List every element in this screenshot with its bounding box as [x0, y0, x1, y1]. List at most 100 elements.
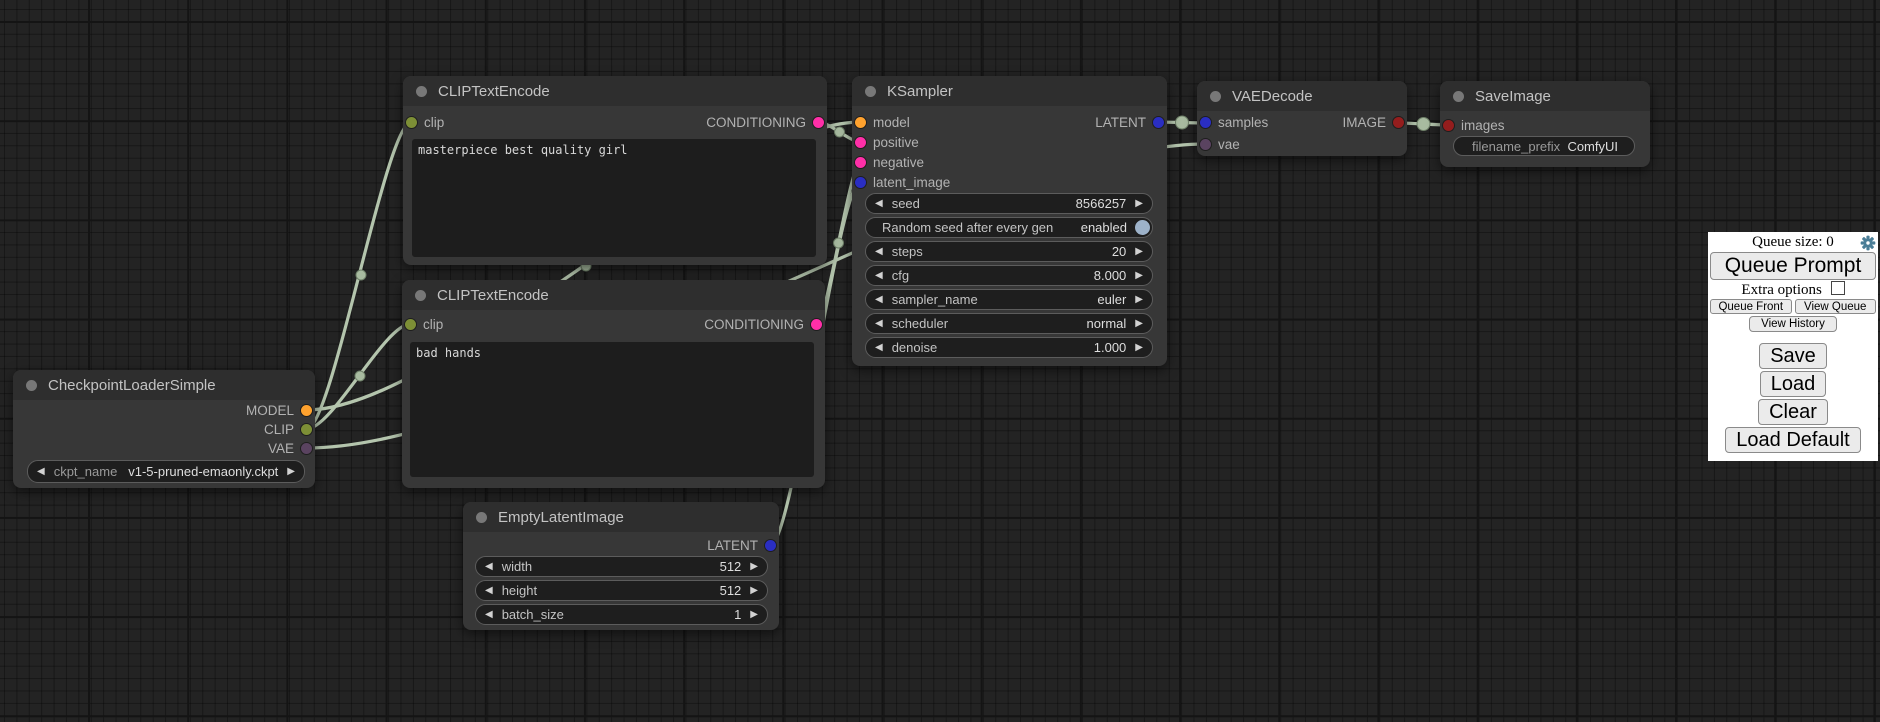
input-slot-samples[interactable]: samples	[1200, 113, 1268, 131]
increment-arrow-icon[interactable]: ▶	[750, 586, 767, 596]
widget-cfg[interactable]: ◀ cfg 8.000 ▶	[865, 265, 1153, 286]
node-empty-latent-image[interactable]: EmptyLatentImage LATENT ◀ width 512 ▶ ◀ …	[463, 502, 779, 630]
output-slot-conditioning[interactable]: CONDITIONING	[704, 315, 822, 333]
latent-slot-dot-icon[interactable]	[1200, 117, 1211, 128]
decrement-arrow-icon[interactable]: ◀	[476, 562, 493, 572]
output-slot-conditioning[interactable]: CONDITIONING	[706, 113, 824, 131]
comfyui-canvas[interactable]: CheckpointLoaderSimple MODEL CLIP VAE ◀ …	[0, 0, 1880, 722]
node-title-bar[interactable]: CLIPTextEncode	[403, 76, 827, 106]
save-button[interactable]: Save	[1759, 343, 1827, 369]
image-slot-dot-icon[interactable]	[1393, 117, 1404, 128]
node-title-bar[interactable]: VAEDecode	[1197, 81, 1407, 111]
model-slot-dot-icon[interactable]	[855, 117, 866, 128]
widget-random-seed-toggle[interactable]: Random seed after every gen enabled	[865, 217, 1153, 238]
increment-arrow-icon[interactable]: ▶	[287, 467, 304, 477]
widget-scheduler[interactable]: ◀ scheduler normal ▶	[865, 313, 1153, 334]
increment-arrow-icon[interactable]: ▶	[1135, 295, 1152, 305]
input-slot-positive[interactable]: positive	[855, 133, 919, 151]
node-title-bar[interactable]: KSampler	[852, 76, 1167, 106]
queue-prompt-button[interactable]: Queue Prompt	[1710, 252, 1876, 280]
input-slot-images[interactable]: images	[1443, 116, 1505, 134]
decrement-arrow-icon[interactable]: ◀	[866, 199, 883, 209]
increment-arrow-icon[interactable]: ▶	[750, 562, 767, 572]
queue-front-button[interactable]: Queue Front	[1710, 299, 1792, 314]
increment-arrow-icon[interactable]: ▶	[1135, 247, 1152, 257]
widget-denoise[interactable]: ◀ denoise 1.000 ▶	[865, 337, 1153, 358]
input-slot-clip[interactable]: clip	[406, 113, 444, 131]
clip-slot-dot-icon[interactable]	[301, 424, 312, 435]
vae-slot-dot-icon[interactable]	[1200, 139, 1211, 150]
image-slot-dot-icon[interactable]	[1443, 120, 1454, 131]
input-slot-clip[interactable]: clip	[405, 315, 443, 333]
link-midpoint-dot[interactable]	[356, 270, 366, 280]
prompt-textarea[interactable]: bad hands	[410, 342, 814, 477]
node-title-bar[interactable]: EmptyLatentImage	[463, 502, 779, 532]
input-slot-latent-image[interactable]: latent_image	[855, 173, 950, 191]
output-slot-latent[interactable]: LATENT	[707, 536, 776, 554]
output-slot-model[interactable]: MODEL	[246, 401, 312, 419]
node-title-bar[interactable]: CheckpointLoaderSimple	[13, 370, 315, 400]
input-slot-negative[interactable]: negative	[855, 153, 924, 171]
latent-slot-dot-icon[interactable]	[855, 177, 866, 188]
decrement-arrow-icon[interactable]: ◀	[866, 319, 883, 329]
node-collapse-dot-icon[interactable]	[1210, 91, 1221, 102]
clip-slot-dot-icon[interactable]	[406, 117, 417, 128]
widget-seed[interactable]: ◀ seed 8566257 ▶	[865, 193, 1153, 214]
decrement-arrow-icon[interactable]: ◀	[476, 610, 493, 620]
node-title-bar[interactable]: CLIPTextEncode	[402, 280, 825, 310]
conditioning-slot-dot-icon[interactable]	[811, 319, 822, 330]
conditioning-slot-dot-icon[interactable]	[813, 117, 824, 128]
node-collapse-dot-icon[interactable]	[26, 380, 37, 391]
node-vae-decode[interactable]: VAEDecode samples vae IMAGE	[1197, 81, 1407, 156]
decrement-arrow-icon[interactable]: ◀	[866, 295, 883, 305]
node-clip-text-encode-negative[interactable]: CLIPTextEncode clip CONDITIONING bad han…	[402, 280, 825, 488]
link-midpoint-dot[interactable]	[834, 238, 844, 248]
node-title-bar[interactable]: SaveImage	[1440, 81, 1650, 111]
node-collapse-dot-icon[interactable]	[1453, 91, 1464, 102]
conditioning-slot-dot-icon[interactable]	[855, 137, 866, 148]
view-history-button[interactable]: View History	[1749, 316, 1837, 332]
decrement-arrow-icon[interactable]: ◀	[28, 467, 45, 477]
node-ksampler[interactable]: KSampler model positive negative latent_…	[852, 76, 1167, 366]
decrement-arrow-icon[interactable]: ◀	[866, 247, 883, 257]
link-midpoint-dot[interactable]	[1176, 116, 1189, 129]
clip-slot-dot-icon[interactable]	[405, 319, 416, 330]
output-slot-image[interactable]: IMAGE	[1342, 113, 1404, 131]
widget-steps[interactable]: ◀ steps 20 ▶	[865, 241, 1153, 262]
prompt-textarea[interactable]: masterpiece best quality girl	[412, 139, 816, 257]
widget-ckpt-name[interactable]: ◀ ckpt_name v1-5-pruned-emaonly.ckpt ▶	[27, 460, 305, 483]
settings-gear-icon[interactable]	[1860, 235, 1876, 251]
output-slot-vae[interactable]: VAE	[268, 439, 312, 457]
extra-options-checkbox[interactable]	[1831, 281, 1845, 295]
toggle-on-icon[interactable]	[1135, 220, 1150, 235]
link-midpoint-dot[interactable]	[835, 127, 845, 137]
node-clip-text-encode-positive[interactable]: CLIPTextEncode clip CONDITIONING masterp…	[403, 76, 827, 265]
latent-slot-dot-icon[interactable]	[765, 540, 776, 551]
decrement-arrow-icon[interactable]: ◀	[866, 271, 883, 281]
widget-width[interactable]: ◀ width 512 ▶	[475, 556, 768, 577]
latent-slot-dot-icon[interactable]	[1153, 117, 1164, 128]
widget-sampler-name[interactable]: ◀ sampler_name euler ▶	[865, 289, 1153, 310]
input-slot-model[interactable]: model	[855, 113, 910, 131]
node-collapse-dot-icon[interactable]	[865, 86, 876, 97]
widget-filename-prefix[interactable]: filename_prefix ComfyUI	[1453, 136, 1635, 156]
clear-button[interactable]: Clear	[1758, 399, 1828, 425]
model-slot-dot-icon[interactable]	[301, 405, 312, 416]
link-midpoint-dot[interactable]	[1417, 118, 1430, 131]
load-button[interactable]: Load	[1760, 371, 1827, 397]
decrement-arrow-icon[interactable]: ◀	[476, 586, 493, 596]
link-midpoint-dot[interactable]	[355, 371, 365, 381]
view-queue-button[interactable]: View Queue	[1795, 299, 1877, 314]
conditioning-slot-dot-icon[interactable]	[855, 157, 866, 168]
widget-height[interactable]: ◀ height 512 ▶	[475, 580, 768, 601]
node-checkpoint-loader-simple[interactable]: CheckpointLoaderSimple MODEL CLIP VAE ◀ …	[13, 370, 315, 488]
node-save-image[interactable]: SaveImage images filename_prefix ComfyUI	[1440, 81, 1650, 167]
node-collapse-dot-icon[interactable]	[415, 290, 426, 301]
load-default-button[interactable]: Load Default	[1725, 427, 1860, 453]
increment-arrow-icon[interactable]: ▶	[1135, 199, 1152, 209]
output-slot-latent[interactable]: LATENT	[1095, 113, 1164, 131]
increment-arrow-icon[interactable]: ▶	[1135, 319, 1152, 329]
increment-arrow-icon[interactable]: ▶	[1135, 271, 1152, 281]
widget-batch-size[interactable]: ◀ batch_size 1 ▶	[475, 604, 768, 625]
node-collapse-dot-icon[interactable]	[476, 512, 487, 523]
